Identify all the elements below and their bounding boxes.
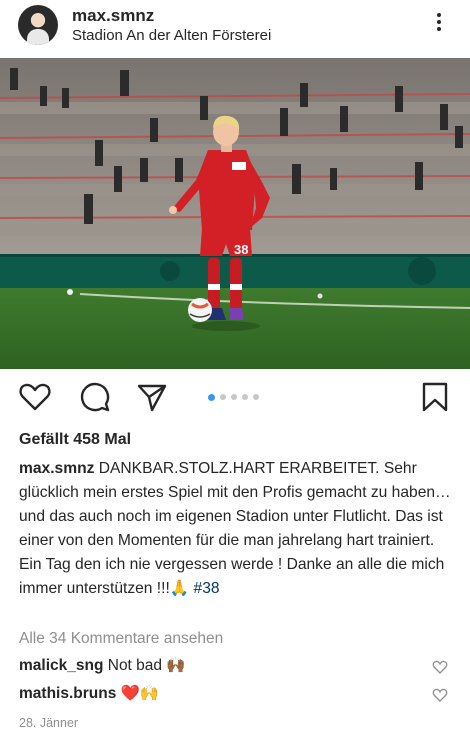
caption-text: DANKBAR.STOLZ.HART ERARBEITET. Sehr glüc… — [19, 460, 451, 597]
more-vertical-icon[interactable] — [424, 10, 454, 40]
comment-text: Not bad 🙌🏾 — [103, 657, 186, 674]
post-caption: max.smnz DANKBAR.STOLZ.HART ERARBEITET. … — [19, 457, 459, 601]
comment-username[interactable]: mathis.bruns — [19, 685, 116, 702]
paper-plane-icon[interactable] — [135, 380, 169, 414]
carousel-dot-active — [208, 393, 215, 401]
small-heart-icon[interactable] — [432, 687, 448, 703]
comment-row: malick_sng Not bad 🙌🏾 — [19, 656, 449, 680]
post-username[interactable]: max.smnz — [72, 6, 154, 26]
post-location[interactable]: Stadion An der Alten Försterei — [72, 27, 271, 44]
caption-username[interactable]: max.smnz — [19, 460, 94, 477]
heart-outline-icon[interactable] — [18, 380, 52, 414]
comment-text: ❤️🙌 — [116, 685, 160, 702]
post-date: 28. Jänner — [19, 716, 79, 730]
carousel-dot — [242, 394, 248, 400]
carousel-dot — [220, 394, 226, 400]
comment-username[interactable]: malick_sng — [19, 657, 103, 674]
photo-scene: 38 — [0, 58, 470, 369]
carousel-dot — [231, 394, 237, 400]
post-header: max.smnz Stadion An der Alten Försterei — [0, 0, 470, 58]
jersey-number: 38 — [234, 242, 248, 257]
comment-bubble-icon[interactable] — [78, 380, 112, 414]
bookmark-icon[interactable] — [418, 380, 452, 414]
caption-hashtag[interactable]: #38 — [194, 580, 220, 597]
post-actions — [0, 380, 470, 420]
comment-row: mathis.bruns ❤️🙌 — [19, 684, 449, 708]
small-heart-icon[interactable] — [432, 659, 448, 675]
view-all-comments-link[interactable]: Alle 34 Kommentare ansehen — [19, 630, 223, 648]
avatar[interactable] — [18, 5, 58, 45]
carousel-dot — [253, 394, 259, 400]
post-photo[interactable]: 38 — [0, 58, 470, 369]
like-count[interactable]: Gefällt 458 Mal — [19, 431, 131, 449]
carousel-indicator — [208, 393, 259, 402]
